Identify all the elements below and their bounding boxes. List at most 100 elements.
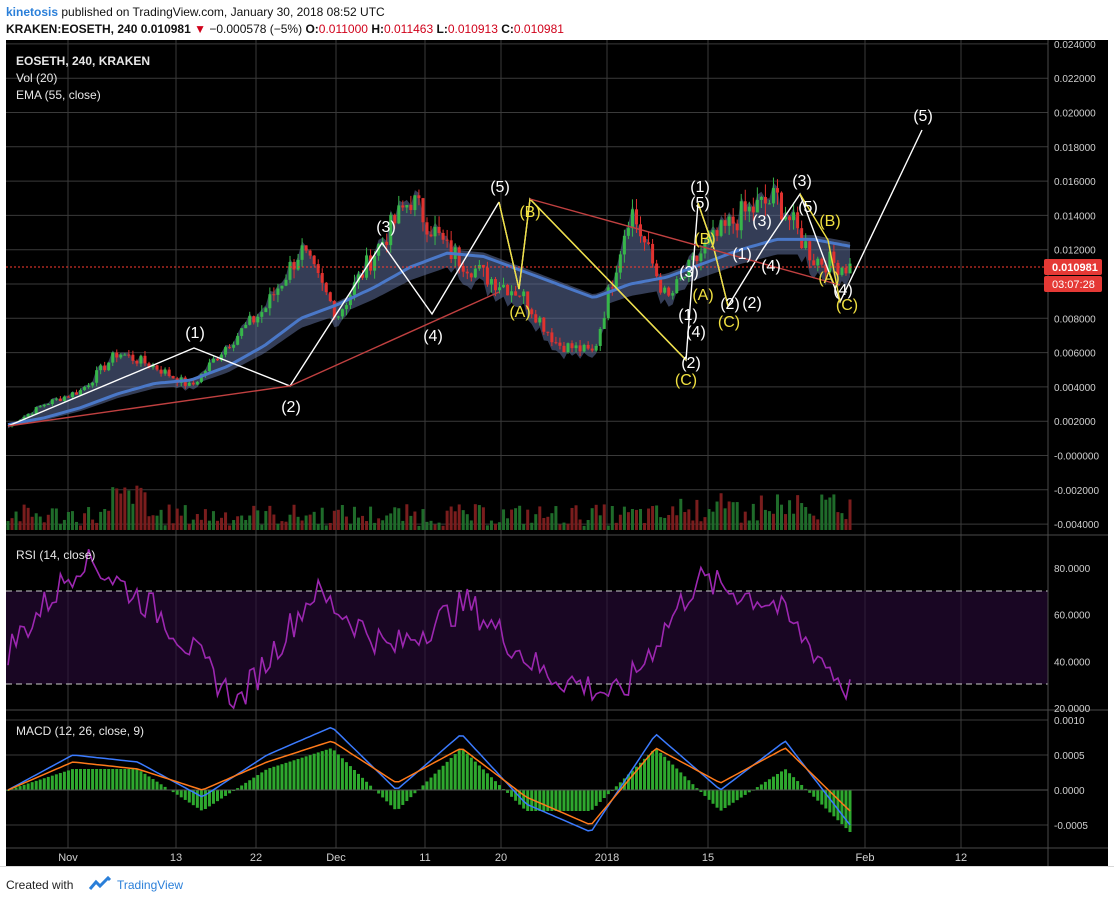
macd-hist-bar xyxy=(369,785,373,790)
volume-bar xyxy=(139,487,143,530)
volume-bar xyxy=(788,500,792,530)
tradingview-brand-link[interactable]: TradingView xyxy=(117,878,183,892)
volume-bar xyxy=(268,505,272,530)
volume-bar xyxy=(155,515,159,530)
volume-bar xyxy=(244,519,248,530)
volume-bar xyxy=(127,490,131,530)
candle-body xyxy=(191,382,195,385)
macd-hist-bar xyxy=(385,790,389,802)
candle-body xyxy=(602,318,606,329)
macd-hist-bar xyxy=(614,786,618,790)
candle-body xyxy=(316,264,320,274)
volume-bar xyxy=(671,506,675,530)
volume-bar xyxy=(679,498,683,530)
macd-hist-bar xyxy=(143,773,147,790)
down-arrow-icon: ▼ xyxy=(194,22,207,36)
macd-hist-bar xyxy=(58,773,62,790)
time-tick-label: Dec xyxy=(326,852,346,864)
time-tick-label: Feb xyxy=(856,852,875,864)
candle-body xyxy=(574,345,578,349)
macd-pane[interactable] xyxy=(6,710,1048,848)
candle-body xyxy=(465,271,469,274)
macd-hist-bar xyxy=(409,790,413,798)
candle-body xyxy=(103,365,107,371)
wave-label: (1) xyxy=(678,307,698,324)
candle-body xyxy=(498,287,502,291)
macd-hist-bar xyxy=(328,748,332,790)
candle-body xyxy=(743,201,747,212)
macd-hist-bar xyxy=(377,790,381,794)
macd-hist-bar xyxy=(481,769,485,790)
time-tick-label: 20 xyxy=(495,852,507,864)
candle-body xyxy=(554,342,558,344)
volume-bar xyxy=(554,506,558,530)
macd-hist-bar xyxy=(30,782,34,790)
macd-hist-bar xyxy=(510,790,514,797)
macd-hist-bar xyxy=(425,781,429,790)
candle-body xyxy=(562,345,566,353)
candle-body xyxy=(115,352,119,358)
price-tick-label: 0.008000 xyxy=(1054,314,1096,325)
volume-bar xyxy=(111,487,115,530)
price-tick-label: -0.002000 xyxy=(1054,486,1099,497)
time-axis[interactable] xyxy=(6,848,1048,866)
macd-tick-label: 0.0005 xyxy=(1054,751,1085,762)
macd-hist-bar xyxy=(602,790,606,799)
volume-bar xyxy=(828,497,832,530)
candle-body xyxy=(320,273,324,283)
macd-hist-bar xyxy=(344,762,348,790)
publish-info: published on TradingView.com, January 30… xyxy=(61,5,385,19)
volume-bar xyxy=(232,520,236,530)
macd-hist-bar xyxy=(594,790,598,806)
macd-hist-bar xyxy=(42,778,46,790)
wave-label: (4) xyxy=(423,328,443,345)
macd-hist-bar xyxy=(562,790,566,811)
candle-body xyxy=(272,294,276,296)
macd-hist-bar xyxy=(272,766,276,790)
macd-hist-bar xyxy=(655,748,659,790)
macd-hist-bar xyxy=(66,770,70,790)
volume-bar xyxy=(58,523,62,530)
volume-bar xyxy=(441,525,445,530)
macd-hist-bar xyxy=(771,776,775,790)
macd-hist-bar xyxy=(215,790,219,802)
volume-bar xyxy=(159,509,163,530)
wave-label: (5) xyxy=(913,108,933,125)
volume-bar xyxy=(147,516,151,530)
candle-body xyxy=(240,328,244,336)
candle-body xyxy=(215,358,219,361)
macd-hist-bar xyxy=(465,753,469,790)
candle-body xyxy=(159,369,163,374)
candle-body xyxy=(111,352,115,363)
candle-body xyxy=(74,392,78,395)
high-value: 0.011463 xyxy=(383,22,434,36)
author-link[interactable]: kinetosis xyxy=(6,5,58,19)
wave-label: (2) xyxy=(281,399,301,416)
candle-body xyxy=(433,226,437,237)
volume-bar xyxy=(369,506,373,530)
volume-bar xyxy=(220,517,224,530)
open-label: O: xyxy=(305,22,319,36)
volume-bar xyxy=(711,511,715,530)
macd-hist-bar xyxy=(70,769,74,790)
candle-body xyxy=(546,331,550,333)
wave-label: (2) xyxy=(742,295,762,312)
macd-hist-bar xyxy=(566,790,570,811)
volume-bar xyxy=(667,514,671,530)
tradingview-logo-icon[interactable] xyxy=(88,876,112,892)
time-tick-label: 11 xyxy=(419,852,430,864)
candle-body xyxy=(808,241,812,261)
volume-bar xyxy=(38,516,42,530)
macd-hist-bar xyxy=(393,790,397,810)
candle-body xyxy=(445,239,449,241)
chart-canvas[interactable]: (1)(2)(3)(4)(5) (1)(5)(3)(1)(4)(2)(1)(2)(… xyxy=(0,40,1114,866)
wave-label: (3) xyxy=(376,219,396,236)
volume-bar xyxy=(123,487,127,530)
macd-hist-bar xyxy=(46,776,50,790)
macd-hist-bar xyxy=(784,769,788,790)
candle-body xyxy=(667,287,671,296)
macd-hist-bar xyxy=(683,776,687,790)
macd-hist-bar xyxy=(441,765,445,790)
volume-bar xyxy=(409,515,413,530)
candle-body xyxy=(449,240,453,259)
